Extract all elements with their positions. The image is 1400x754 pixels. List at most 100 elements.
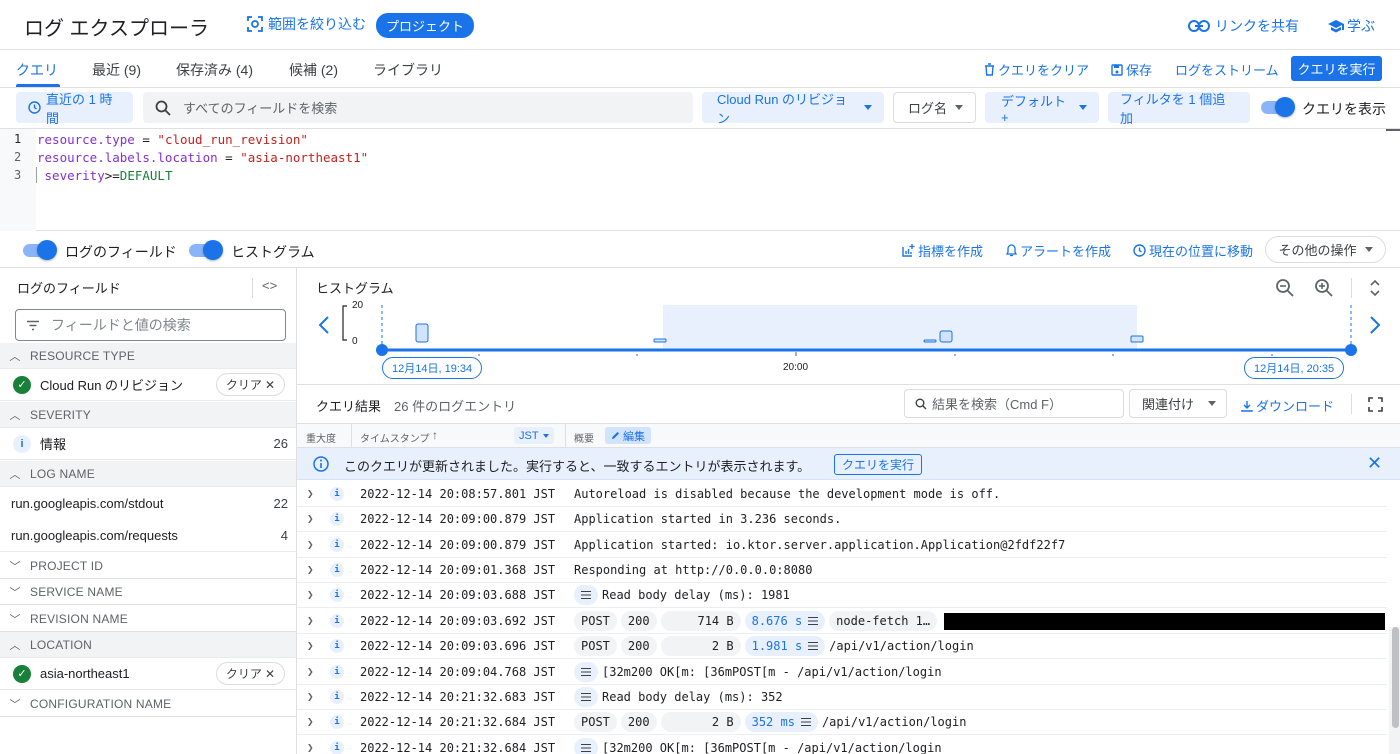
- correlate-dropdown[interactable]: 関連付け: [1129, 389, 1227, 418]
- download-button[interactable]: ダウンロード: [1241, 396, 1334, 415]
- stream-logs-button[interactable]: ログをストリーム: [1175, 60, 1279, 79]
- save-query-button[interactable]: 保存: [1111, 60, 1152, 79]
- expand-row-icon[interactable]: ❯: [307, 538, 319, 551]
- add-filter-button[interactable]: フィルタを 1 個追加: [1108, 92, 1250, 126]
- log-row[interactable]: ❯ i 2022-12-14 20:09:01.368 JST Respondin…: [297, 558, 1387, 583]
- section-resource-type[interactable]: ︿ RESOURCE TYPE: [0, 343, 296, 369]
- latency-chip[interactable]: 8.676 s: [744, 611, 826, 631]
- field-value-item[interactable]: run.googleapis.com/stdout 22: [0, 487, 296, 519]
- log-row[interactable]: ❯ i 2022-12-14 20:09:03.696 JST POST 200 …: [297, 634, 1387, 659]
- share-link-button[interactable]: リンクを共有: [1188, 16, 1299, 36]
- time-range-chip[interactable]: 直近の 1 時間: [16, 92, 133, 126]
- collapse-panel-icon[interactable]: <>: [262, 278, 277, 293]
- narrow-scope-button[interactable]: 範囲を絞り込む: [246, 14, 366, 34]
- http-status-chip[interactable]: 200: [620, 611, 657, 631]
- log-row[interactable]: ❯ i 2022-12-14 20:21:32.684 JST POST 200 …: [297, 710, 1387, 735]
- log-name-dropdown[interactable]: ログ名: [893, 92, 976, 123]
- expand-row-icon[interactable]: ❯: [307, 588, 319, 601]
- histogram-toggle[interactable]: [187, 240, 223, 260]
- run-query-button[interactable]: クエリを実行: [1291, 56, 1382, 81]
- section-severity[interactable]: ︿ SEVERITY: [0, 402, 296, 428]
- log-row[interactable]: ❯ i 2022-12-14 20:09:00.879 JST Applicati…: [297, 533, 1387, 558]
- create-metric-button[interactable]: 指標を作成: [902, 241, 983, 260]
- column-severity[interactable]: 重大度: [306, 430, 336, 445]
- tab-saved[interactable]: 保存済み (4): [176, 60, 253, 80]
- log-row[interactable]: ❯ i 2022-12-14 20:09:03.688 JST Read body…: [297, 583, 1387, 608]
- latency-chip[interactable]: 1.981 s: [744, 636, 826, 656]
- field-value-item[interactable]: ✓ Cloud Run のリビジョン クリア ✕: [0, 369, 296, 401]
- learn-button[interactable]: 学ぶ: [1328, 16, 1375, 36]
- json-payload-chip[interactable]: [574, 585, 598, 605]
- http-status-chip[interactable]: 200: [620, 712, 657, 732]
- log-fields-toggle[interactable]: [21, 240, 57, 260]
- section-project-id[interactable]: ﹀ PROJECT ID: [0, 553, 296, 579]
- json-payload-chip[interactable]: [574, 662, 598, 682]
- jump-to-now-button[interactable]: 現在の位置に移動: [1133, 241, 1253, 260]
- results-search-input[interactable]: 結果を検索（Cmd F）: [904, 389, 1124, 418]
- editor-resize-handle[interactable]: [1386, 129, 1400, 131]
- create-alert-button[interactable]: アラートを作成: [1006, 241, 1111, 260]
- tab-library[interactable]: ライブラリ: [373, 60, 443, 80]
- field-value-search-input[interactable]: フィールドと値の検索: [15, 309, 286, 341]
- clear-filter-button[interactable]: クリア ✕: [215, 373, 285, 396]
- http-method-chip[interactable]: POST: [574, 712, 617, 732]
- tab-recent[interactable]: 最近 (9): [92, 60, 141, 80]
- expand-row-icon[interactable]: ❯: [307, 563, 319, 576]
- log-row[interactable]: ❯ i 2022-12-14 20:09:03.692 JST POST 200 …: [297, 609, 1387, 634]
- expand-row-icon[interactable]: ❯: [307, 639, 319, 652]
- close-icon[interactable]: ✕: [1367, 453, 1382, 474]
- response-size-chip[interactable]: 2 B: [660, 636, 741, 656]
- section-revision-name[interactable]: ﹀ REVISION NAME: [0, 606, 296, 632]
- latency-chip[interactable]: 352 ms: [744, 712, 818, 732]
- log-row[interactable]: ❯ i 2022-12-14 20:08:57.801 JST Autoreloa…: [297, 482, 1387, 507]
- field-value-item[interactable]: ✓ asia-northeast1 クリア ✕: [0, 658, 296, 690]
- tab-query[interactable]: クエリ: [16, 60, 58, 80]
- show-query-toggle[interactable]: [1259, 97, 1295, 117]
- severity-dropdown[interactable]: デフォルト+: [985, 92, 1099, 125]
- zoom-in-icon[interactable]: [1314, 278, 1334, 298]
- section-location[interactable]: ︿ LOCATION: [0, 632, 296, 658]
- expand-row-icon[interactable]: ❯: [307, 614, 319, 627]
- section-configuration-name[interactable]: ﹀ CONFIGURATION NAME: [0, 691, 296, 717]
- expand-row-icon[interactable]: ❯: [307, 512, 319, 525]
- section-service-name[interactable]: ﹀ SERVICE NAME: [0, 579, 296, 605]
- clear-filter-button[interactable]: クリア ✕: [215, 662, 285, 685]
- field-value-item[interactable]: i 情報 26: [0, 428, 296, 460]
- section-log-name[interactable]: ︿ LOG NAME: [0, 461, 296, 487]
- range-start-label[interactable]: 12月14日, 19:34: [382, 357, 483, 379]
- project-chip[interactable]: プロジェクト: [376, 13, 475, 38]
- log-row[interactable]: ❯ i 2022-12-14 20:09:04.768 JST [32m200 O…: [297, 660, 1387, 685]
- log-row[interactable]: ❯ i 2022-12-14 20:21:32.684 JST [32m200 O…: [297, 736, 1387, 754]
- response-size-chip[interactable]: 2 B: [660, 712, 741, 732]
- http-status-chip[interactable]: 200: [620, 636, 657, 656]
- search-all-fields-input[interactable]: すべてのフィールドを検索: [143, 92, 693, 123]
- http-method-chip[interactable]: POST: [574, 636, 617, 656]
- fullscreen-icon[interactable]: [1368, 397, 1383, 412]
- edit-summary-button[interactable]: 編集: [605, 427, 651, 444]
- log-row[interactable]: ❯ i 2022-12-14 20:09:00.879 JST Applicati…: [297, 507, 1387, 532]
- range-end-label[interactable]: 12月14日, 20:35: [1244, 357, 1345, 379]
- banner-run-query-button[interactable]: クエリを実行: [834, 454, 923, 475]
- more-actions-dropdown[interactable]: その他の操作: [1265, 236, 1386, 263]
- expand-row-icon[interactable]: ❯: [307, 487, 319, 500]
- zoom-out-icon[interactable]: [1275, 278, 1295, 298]
- tab-suggested[interactable]: 候補 (2): [289, 60, 338, 80]
- clear-query-button[interactable]: クエリをクリア: [984, 60, 1089, 79]
- expand-row-icon[interactable]: ❯: [307, 665, 319, 678]
- timezone-dropdown[interactable]: JST: [514, 427, 554, 444]
- sort-arrow-icon[interactable]: ↑: [432, 428, 438, 442]
- field-value-item[interactable]: run.googleapis.com/requests 4: [0, 520, 296, 552]
- log-row[interactable]: ❯ i 2022-12-14 20:21:32.683 JST Read body…: [297, 685, 1387, 710]
- expand-vertical-icon[interactable]: [1369, 278, 1381, 298]
- expand-row-icon[interactable]: ❯: [307, 741, 319, 754]
- expand-row-icon[interactable]: ❯: [307, 715, 319, 728]
- expand-row-icon[interactable]: ❯: [307, 690, 319, 703]
- column-timestamp[interactable]: タイムスタンプ: [360, 430, 430, 445]
- query-editor[interactable]: 1 2 3 resource.type = "cloud_run_revisio…: [0, 128, 1400, 231]
- json-payload-chip[interactable]: [574, 687, 598, 707]
- response-size-chip[interactable]: 714 B: [660, 611, 741, 631]
- json-payload-chip[interactable]: [574, 738, 598, 754]
- scrollbar-thumb[interactable]: [1392, 627, 1399, 728]
- user-agent-chip[interactable]: node-fetch 1…: [829, 611, 938, 631]
- resource-filter-dropdown[interactable]: Cloud Run のリビジョン: [702, 92, 884, 126]
